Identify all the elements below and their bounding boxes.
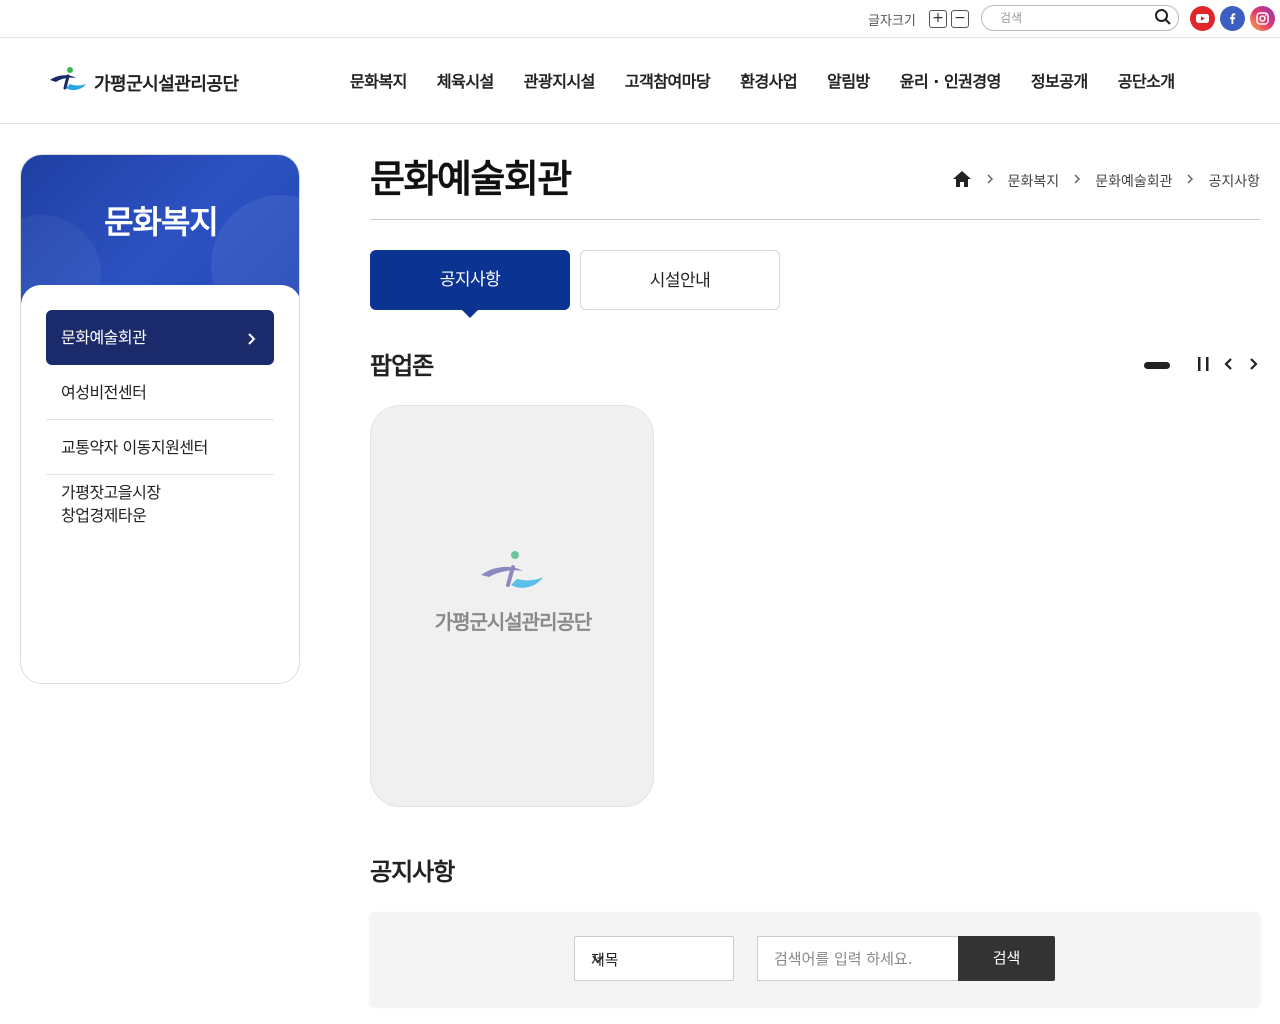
page-title: 문화예술회관 bbox=[370, 157, 572, 201]
logo-icon bbox=[481, 551, 543, 588]
breadcrumb: 문화복지 문화예술회관 공지사항 bbox=[952, 170, 1260, 192]
site-header: 가평군시설관리공단 문화복지 체육시설 관광지시설 고객참여마당 환경사업 알림… bbox=[0, 38, 1280, 124]
sidebar-body: 문화예술회관 여성비전센터 교통약자 이동지원센터 가평잣고을시장 창업경제타운 bbox=[21, 285, 299, 683]
sidebar-item-label: 교통약자 이동지원센터 bbox=[61, 438, 208, 457]
sidebar-title: 문화복지 bbox=[104, 203, 219, 241]
keyword-input-wrap bbox=[757, 936, 959, 981]
sidebar: 문화복지 문화예술회관 여성비전센터 교통약자 이동지원센터 가평잣고을시장 창… bbox=[20, 154, 300, 684]
nav-item-culture[interactable]: 문화복지 bbox=[335, 68, 422, 92]
chevron-right-icon bbox=[1073, 173, 1081, 189]
nav-item-notice[interactable]: 알림방 bbox=[812, 68, 885, 92]
sidebar-item-women-center[interactable]: 여성비전센터 bbox=[46, 365, 274, 420]
search-icon[interactable] bbox=[1154, 8, 1172, 30]
sidebar-item-market-town[interactable]: 가평잣고을시장 창업경제타운 bbox=[46, 475, 274, 535]
sidebar-item-mobility-center[interactable]: 교통약자 이동지원센터 bbox=[46, 420, 274, 475]
sidebar-header: 문화복지 bbox=[21, 155, 299, 335]
pause-icon[interactable] bbox=[1196, 355, 1212, 377]
youtube-icon[interactable] bbox=[1190, 6, 1215, 31]
chevron-right-icon[interactable] bbox=[1246, 355, 1260, 377]
tab-notice[interactable]: 공지사항 bbox=[370, 250, 570, 318]
notice-search-box: 제목 검색 bbox=[370, 912, 1260, 1006]
site-logo[interactable]: 가평군시설관리공단 bbox=[48, 66, 239, 96]
popup-pagination-indicator[interactable] bbox=[1144, 362, 1170, 369]
chevron-right-icon bbox=[246, 310, 256, 365]
popup-zone-title: 팝업존 bbox=[370, 352, 434, 380]
breadcrumb-item-current[interactable]: 공지사항 bbox=[1208, 171, 1260, 191]
popup-card[interactable]: 가평군시설관리공단 bbox=[370, 405, 654, 807]
sidebar-item-label: 창업경제타운 bbox=[61, 506, 147, 525]
sidebar-menu: 문화예술회관 여성비전센터 교통약자 이동지원센터 가평잣고을시장 창업경제타운 bbox=[46, 310, 274, 535]
font-decrease-button[interactable]: − bbox=[951, 10, 969, 28]
breadcrumb-item[interactable]: 문화예술회관 bbox=[1095, 171, 1172, 191]
main-nav: 문화복지 체육시설 관광지시설 고객참여마당 환경사업 알림방 윤리 · 인권경… bbox=[335, 68, 1190, 92]
search-field-select[interactable]: 제목 bbox=[574, 936, 734, 981]
facebook-icon[interactable] bbox=[1220, 6, 1245, 31]
font-increase-button[interactable]: + bbox=[929, 10, 947, 28]
chevron-right-icon bbox=[1186, 173, 1194, 189]
top-search-input[interactable] bbox=[1000, 9, 1150, 27]
nav-item-environment[interactable]: 환경사업 bbox=[725, 68, 812, 92]
sidebar-item-label: 여성비전센터 bbox=[61, 383, 147, 402]
sidebar-item-arts-center[interactable]: 문화예술회관 bbox=[46, 310, 274, 365]
chevron-down-icon bbox=[591, 952, 725, 970]
chevron-right-icon bbox=[986, 173, 994, 189]
nav-item-customer[interactable]: 고객참여마당 bbox=[610, 68, 725, 92]
utility-bar: 글자크기 + − bbox=[0, 0, 1280, 38]
sidebar-item-label: 문화예술회관 bbox=[61, 328, 147, 347]
logo-icon bbox=[50, 67, 86, 91]
instagram-icon[interactable] bbox=[1250, 6, 1275, 31]
chevron-left-icon[interactable] bbox=[1222, 355, 1236, 377]
notice-section-title: 공지사항 bbox=[370, 858, 455, 886]
nav-item-disclosure[interactable]: 정보공개 bbox=[1016, 68, 1103, 92]
nav-item-tourism[interactable]: 관광지시설 bbox=[509, 68, 610, 92]
breadcrumb-item[interactable]: 문화복지 bbox=[1008, 171, 1060, 191]
nav-item-ethics[interactable]: 윤리 · 인권경영 bbox=[885, 68, 1016, 92]
keyword-input[interactable] bbox=[758, 937, 959, 980]
home-icon[interactable] bbox=[952, 170, 972, 192]
top-search-box bbox=[981, 5, 1179, 31]
popup-logo-text: 가평군시설관리공단 bbox=[434, 610, 593, 634]
search-button[interactable]: 검색 bbox=[958, 936, 1055, 981]
font-size-label: 글자크기 bbox=[868, 14, 916, 29]
nav-item-about[interactable]: 공단소개 bbox=[1103, 68, 1190, 92]
tab-facility-info[interactable]: 시설안내 bbox=[580, 250, 780, 310]
divider bbox=[370, 219, 1260, 220]
logo-text: 가평군시설관리공단 bbox=[94, 74, 239, 95]
nav-item-sports[interactable]: 체육시설 bbox=[422, 68, 509, 92]
sidebar-item-label: 가평잣고을시장 bbox=[61, 483, 161, 502]
